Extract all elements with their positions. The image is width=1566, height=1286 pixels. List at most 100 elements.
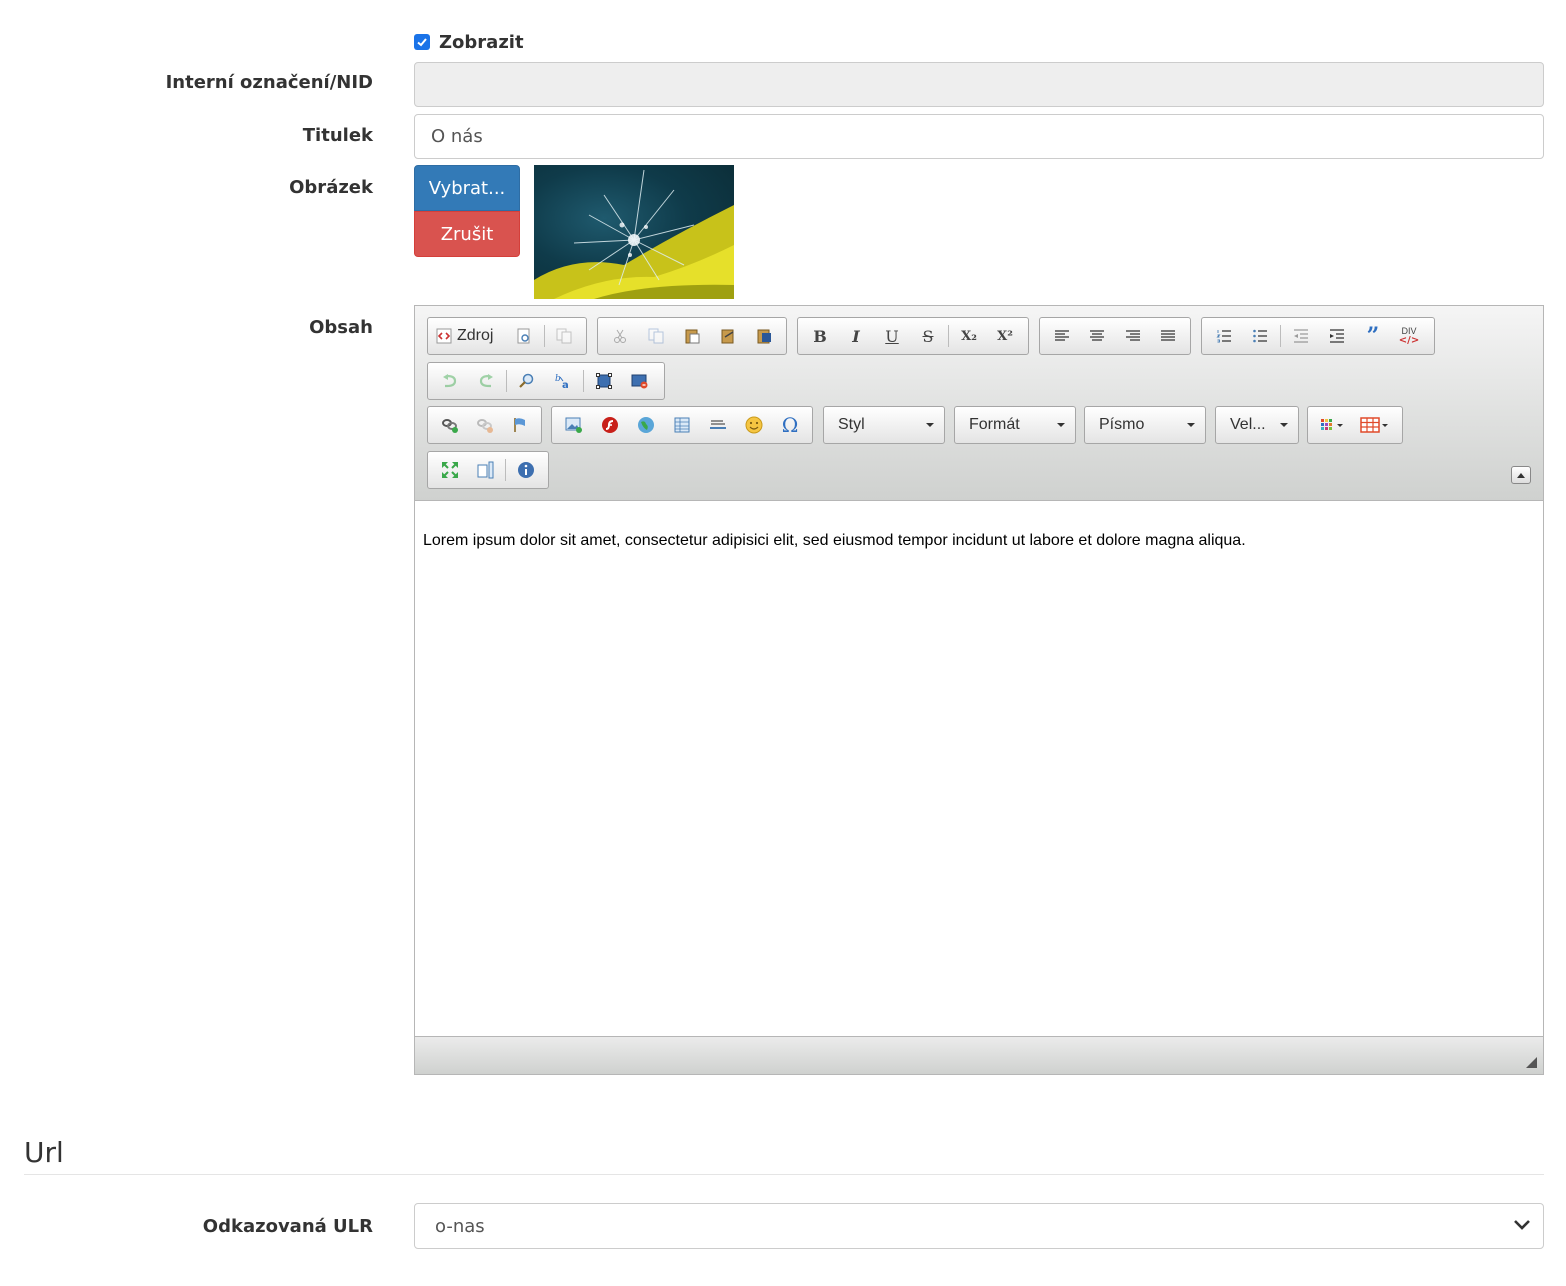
toolbar-group-document: Zdroj (427, 317, 587, 355)
smiley-icon (745, 416, 763, 434)
source-button[interactable]: Zdroj (432, 321, 507, 351)
linked-url-select[interactable]: o-nas (414, 1203, 1544, 1249)
horizontal-rule-button[interactable] (700, 410, 736, 440)
bulleted-list-icon (1253, 329, 1267, 343)
iframe-button[interactable] (628, 410, 664, 440)
chevron-down-icon (1057, 423, 1065, 427)
table-button[interactable] (664, 410, 700, 440)
copy-icon (648, 328, 664, 344)
image-thumbnail (534, 165, 734, 299)
content-paragraph: Lorem ipsum dolor sit amet, consectetur … (423, 532, 1246, 549)
flash-button[interactable] (592, 410, 628, 440)
outdent-button[interactable] (1283, 321, 1319, 351)
align-justify-button[interactable] (1151, 321, 1187, 351)
blockquote-button[interactable]: ” (1355, 321, 1391, 351)
format-combo[interactable]: Formát (954, 406, 1076, 444)
show-checkbox[interactable] (414, 34, 430, 50)
editor-content[interactable]: Lorem ipsum dolor sit amet, consectetur … (415, 502, 1543, 1036)
toolbar-group-undo: ba (427, 362, 665, 400)
text-color-button[interactable] (1312, 410, 1354, 440)
chevron-down-icon (1514, 1220, 1530, 1230)
toolbar-group-tools (427, 451, 549, 489)
align-justify-icon (1161, 330, 1176, 341)
scissors-icon (614, 329, 626, 343)
show-blocks-button[interactable] (468, 455, 504, 485)
paste-button[interactable] (674, 321, 710, 351)
about-button[interactable] (508, 455, 544, 485)
numbered-list-icon (1216, 330, 1231, 343)
cut-button[interactable] (602, 321, 638, 351)
content-label: Obsah (309, 317, 373, 338)
toolbar-group-clipboard (597, 317, 787, 355)
table-grid-button[interactable] (1354, 410, 1396, 440)
bold-button[interactable]: B (802, 321, 838, 351)
toolbar-group-insert: Ω (551, 406, 813, 444)
paste-text-button[interactable] (710, 321, 746, 351)
toolbar-group-paragraph: ” DIV </> (1201, 317, 1435, 355)
font-combo[interactable]: Písmo (1084, 406, 1206, 444)
toolbar-group-links (427, 406, 542, 444)
toolbar-separator (505, 459, 507, 481)
resize-handle-icon[interactable] (1526, 1057, 1537, 1068)
toolbar-separator (583, 370, 584, 392)
templates-button[interactable] (547, 321, 582, 351)
bulleted-list-button[interactable] (1242, 321, 1278, 351)
title-field[interactable]: O nás (414, 114, 1544, 159)
editor-status-bar (415, 1036, 1543, 1074)
image-icon (565, 417, 582, 433)
select-image-button[interactable]: Vybrat... (414, 165, 520, 211)
italic-button[interactable]: I (838, 321, 874, 351)
dandelion-photo (534, 169, 734, 299)
nid-field[interactable] (414, 62, 1544, 107)
subscript-button[interactable]: X₂ (951, 321, 987, 351)
superscript-button[interactable]: X² (987, 321, 1023, 351)
omega-icon: Ω (781, 413, 799, 437)
align-left-button[interactable] (1044, 321, 1080, 351)
size-combo[interactable]: Vel... (1215, 406, 1299, 444)
special-char-button[interactable]: Ω (772, 410, 808, 440)
indent-button[interactable] (1319, 321, 1355, 351)
copy-button[interactable] (638, 321, 674, 351)
align-center-icon (1090, 330, 1105, 341)
paste-word-button[interactable] (746, 321, 782, 351)
toolbar-group-align (1039, 317, 1191, 355)
remove-format-icon (631, 374, 648, 389)
select-all-icon (596, 373, 612, 389)
numbered-list-button[interactable] (1206, 321, 1242, 351)
maximize-button[interactable] (432, 455, 468, 485)
strike-button[interactable]: S (910, 321, 946, 351)
align-right-button[interactable] (1115, 321, 1151, 351)
smiley-button[interactable] (736, 410, 772, 440)
select-all-button[interactable] (586, 366, 622, 396)
toolbar-separator (948, 325, 949, 347)
toolbar-separator (543, 325, 545, 347)
indent-icon (1330, 329, 1344, 343)
remove-format-button[interactable] (622, 366, 658, 396)
undo-button[interactable] (432, 366, 468, 396)
find-button[interactable] (509, 366, 545, 396)
format-combo-label: Formát (969, 416, 1020, 433)
preview-button[interactable] (507, 321, 542, 351)
svg-text:b: b (555, 374, 561, 384)
create-div-button[interactable]: DIV </> (1391, 321, 1427, 351)
chevron-down-icon (1280, 423, 1288, 427)
anchor-button[interactable] (502, 410, 537, 440)
link-button[interactable] (432, 410, 467, 440)
underline-button[interactable]: U (874, 321, 910, 351)
unlink-icon (476, 419, 493, 433)
replace-button[interactable]: ba (545, 366, 581, 396)
toolbar-separator (506, 370, 507, 392)
style-combo[interactable]: Styl (823, 406, 945, 444)
cancel-image-button[interactable]: Zrušit (414, 211, 520, 257)
align-center-button[interactable] (1080, 321, 1116, 351)
collapse-toolbar-button[interactable] (1511, 466, 1531, 484)
checkmark-icon (417, 38, 427, 47)
font-combo-label: Písmo (1099, 416, 1145, 433)
unlink-button[interactable] (467, 410, 502, 440)
redo-button[interactable] (468, 366, 504, 396)
info-icon (518, 462, 535, 478)
image-button[interactable] (556, 410, 592, 440)
show-checkbox-row[interactable]: Zobrazit (414, 30, 524, 54)
maximize-icon (441, 462, 458, 478)
align-right-icon (1125, 330, 1140, 341)
